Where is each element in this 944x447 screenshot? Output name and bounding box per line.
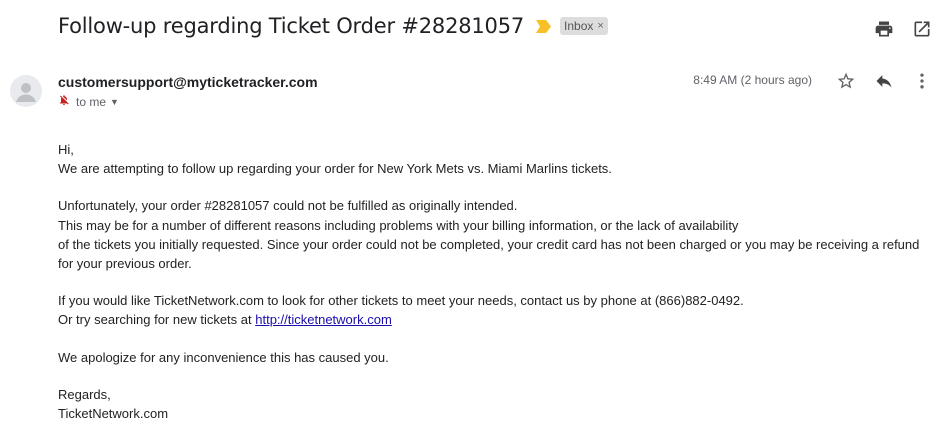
message-body: Hi, We are attempting to follow up regar… bbox=[58, 140, 930, 423]
message-timestamp: 8:49 AM (2 hours ago) bbox=[693, 73, 812, 87]
open-in-new-window-icon[interactable] bbox=[912, 19, 932, 39]
body-line: for your previous order. bbox=[58, 256, 192, 272]
ticketnetwork-link[interactable]: http://ticketnetwork.com bbox=[255, 312, 392, 327]
star-icon[interactable] bbox=[836, 71, 856, 91]
message-actions bbox=[836, 71, 932, 91]
body-line: Unfortunately, your order #28281057 coul… bbox=[58, 198, 518, 214]
recipient-label: to me bbox=[76, 94, 107, 109]
body-line: of the tickets you initially requested. … bbox=[58, 236, 920, 252]
recipient-row: to me ▼ bbox=[58, 94, 119, 109]
greeting: Hi, bbox=[58, 142, 74, 157]
reply-icon[interactable] bbox=[874, 71, 894, 91]
chevron-down-icon[interactable]: ▼ bbox=[110, 97, 119, 107]
sender-address: customersupport@myticketracker.com bbox=[58, 74, 318, 90]
remove-label-button[interactable]: × bbox=[597, 20, 603, 32]
notifications-off-icon bbox=[58, 94, 70, 109]
body-line: If you would like TicketNetwork.com to l… bbox=[58, 293, 744, 309]
body-line: This may be for a number of different re… bbox=[58, 217, 739, 233]
top-toolbar bbox=[874, 19, 932, 39]
email-subject: Follow-up regarding Ticket Order #282810… bbox=[58, 14, 525, 38]
importance-marker-icon[interactable] bbox=[536, 19, 552, 33]
inbox-label-chip[interactable]: Inbox × bbox=[560, 17, 608, 35]
closing: Regards, bbox=[58, 386, 111, 402]
body-line: We are attempting to follow up regarding… bbox=[58, 161, 612, 177]
avatar-icon[interactable] bbox=[10, 75, 42, 107]
signature: TicketNetwork.com bbox=[58, 406, 169, 422]
body-line-with-link: Or try searching for new tickets at http… bbox=[58, 310, 930, 329]
subject-row: Follow-up regarding Ticket Order #282810… bbox=[58, 14, 608, 38]
link-prefix: Or try searching for new tickets at bbox=[58, 312, 256, 328]
print-icon[interactable] bbox=[874, 19, 894, 39]
more-vert-icon[interactable] bbox=[912, 71, 932, 91]
body-line: We apologize for any inconvenience this … bbox=[58, 349, 389, 365]
inbox-label: Inbox bbox=[564, 19, 594, 33]
